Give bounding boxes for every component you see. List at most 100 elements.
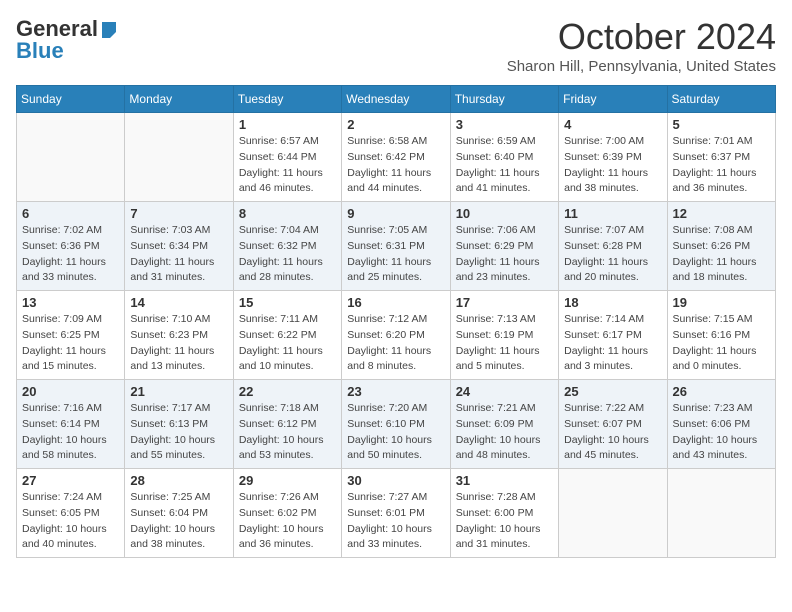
day-number: 22 xyxy=(239,384,336,399)
day-info: Sunrise: 7:04 AMSunset: 6:32 PMDaylight:… xyxy=(239,223,336,286)
day-info: Sunrise: 7:13 AMSunset: 6:19 PMDaylight:… xyxy=(456,312,553,375)
day-info: Sunrise: 7:20 AMSunset: 6:10 PMDaylight:… xyxy=(347,401,444,464)
day-number: 13 xyxy=(22,295,119,310)
day-info: Sunrise: 7:12 AMSunset: 6:20 PMDaylight:… xyxy=(347,312,444,375)
day-info: Sunrise: 7:00 AMSunset: 6:39 PMDaylight:… xyxy=(564,134,661,197)
table-row: 19 Sunrise: 7:15 AMSunset: 6:16 PMDaylig… xyxy=(667,291,775,380)
table-row: 30 Sunrise: 7:27 AMSunset: 6:01 PMDaylig… xyxy=(342,469,450,558)
day-info: Sunrise: 7:28 AMSunset: 6:00 PMDaylight:… xyxy=(456,490,553,553)
day-info: Sunrise: 7:14 AMSunset: 6:17 PMDaylight:… xyxy=(564,312,661,375)
table-row: 25 Sunrise: 7:22 AMSunset: 6:07 PMDaylig… xyxy=(559,380,667,469)
day-number: 7 xyxy=(130,206,227,221)
day-number: 18 xyxy=(564,295,661,310)
table-row: 17 Sunrise: 7:13 AMSunset: 6:19 PMDaylig… xyxy=(450,291,558,380)
header-sunday: Sunday xyxy=(17,86,125,113)
day-number: 8 xyxy=(239,206,336,221)
day-number: 19 xyxy=(673,295,770,310)
day-number: 17 xyxy=(456,295,553,310)
table-row: 11 Sunrise: 7:07 AMSunset: 6:28 PMDaylig… xyxy=(559,202,667,291)
table-row xyxy=(125,113,233,202)
day-number: 14 xyxy=(130,295,227,310)
table-row: 2 Sunrise: 6:58 AMSunset: 6:42 PMDayligh… xyxy=(342,113,450,202)
day-info: Sunrise: 7:18 AMSunset: 6:12 PMDaylight:… xyxy=(239,401,336,464)
table-row: 7 Sunrise: 7:03 AMSunset: 6:34 PMDayligh… xyxy=(125,202,233,291)
table-row: 5 Sunrise: 7:01 AMSunset: 6:37 PMDayligh… xyxy=(667,113,775,202)
day-number: 27 xyxy=(22,473,119,488)
table-row: 18 Sunrise: 7:14 AMSunset: 6:17 PMDaylig… xyxy=(559,291,667,380)
week-row-2: 6 Sunrise: 7:02 AMSunset: 6:36 PMDayligh… xyxy=(17,202,776,291)
day-info: Sunrise: 6:59 AMSunset: 6:40 PMDaylight:… xyxy=(456,134,553,197)
day-info: Sunrise: 7:10 AMSunset: 6:23 PMDaylight:… xyxy=(130,312,227,375)
day-number: 3 xyxy=(456,117,553,132)
logo: General Blue xyxy=(16,16,118,64)
header-thursday: Thursday xyxy=(450,86,558,113)
logo-triangle-icon xyxy=(100,20,118,38)
day-number: 2 xyxy=(347,117,444,132)
table-row: 31 Sunrise: 7:28 AMSunset: 6:00 PMDaylig… xyxy=(450,469,558,558)
title-section: October 2024 Sharon Hill, Pennsylvania, … xyxy=(507,16,776,75)
table-row: 9 Sunrise: 7:05 AMSunset: 6:31 PMDayligh… xyxy=(342,202,450,291)
table-row: 13 Sunrise: 7:09 AMSunset: 6:25 PMDaylig… xyxy=(17,291,125,380)
day-number: 9 xyxy=(347,206,444,221)
table-row: 24 Sunrise: 7:21 AMSunset: 6:09 PMDaylig… xyxy=(450,380,558,469)
day-info: Sunrise: 7:02 AMSunset: 6:36 PMDaylight:… xyxy=(22,223,119,286)
day-number: 23 xyxy=(347,384,444,399)
month-title: October 2024 xyxy=(507,16,776,58)
day-info: Sunrise: 7:23 AMSunset: 6:06 PMDaylight:… xyxy=(673,401,770,464)
table-row: 1 Sunrise: 6:57 AMSunset: 6:44 PMDayligh… xyxy=(233,113,341,202)
day-info: Sunrise: 7:21 AMSunset: 6:09 PMDaylight:… xyxy=(456,401,553,464)
day-info: Sunrise: 6:57 AMSunset: 6:44 PMDaylight:… xyxy=(239,134,336,197)
day-info: Sunrise: 7:03 AMSunset: 6:34 PMDaylight:… xyxy=(130,223,227,286)
day-number: 31 xyxy=(456,473,553,488)
day-info: Sunrise: 7:16 AMSunset: 6:14 PMDaylight:… xyxy=(22,401,119,464)
day-number: 25 xyxy=(564,384,661,399)
day-number: 24 xyxy=(456,384,553,399)
day-info: Sunrise: 7:05 AMSunset: 6:31 PMDaylight:… xyxy=(347,223,444,286)
day-number: 26 xyxy=(673,384,770,399)
table-row xyxy=(17,113,125,202)
day-info: Sunrise: 7:09 AMSunset: 6:25 PMDaylight:… xyxy=(22,312,119,375)
page-header: General Blue October 2024 Sharon Hill, P… xyxy=(16,16,776,75)
table-row: 28 Sunrise: 7:25 AMSunset: 6:04 PMDaylig… xyxy=(125,469,233,558)
day-info: Sunrise: 7:08 AMSunset: 6:26 PMDaylight:… xyxy=(673,223,770,286)
table-row: 20 Sunrise: 7:16 AMSunset: 6:14 PMDaylig… xyxy=(17,380,125,469)
table-row: 16 Sunrise: 7:12 AMSunset: 6:20 PMDaylig… xyxy=(342,291,450,380)
table-row: 8 Sunrise: 7:04 AMSunset: 6:32 PMDayligh… xyxy=(233,202,341,291)
header-friday: Friday xyxy=(559,86,667,113)
week-row-3: 13 Sunrise: 7:09 AMSunset: 6:25 PMDaylig… xyxy=(17,291,776,380)
day-info: Sunrise: 7:15 AMSunset: 6:16 PMDaylight:… xyxy=(673,312,770,375)
table-row: 4 Sunrise: 7:00 AMSunset: 6:39 PMDayligh… xyxy=(559,113,667,202)
header-tuesday: Tuesday xyxy=(233,86,341,113)
table-row: 12 Sunrise: 7:08 AMSunset: 6:26 PMDaylig… xyxy=(667,202,775,291)
table-row: 14 Sunrise: 7:10 AMSunset: 6:23 PMDaylig… xyxy=(125,291,233,380)
header-monday: Monday xyxy=(125,86,233,113)
day-number: 12 xyxy=(673,206,770,221)
day-number: 21 xyxy=(130,384,227,399)
table-row: 6 Sunrise: 7:02 AMSunset: 6:36 PMDayligh… xyxy=(17,202,125,291)
day-number: 29 xyxy=(239,473,336,488)
calendar-table: Sunday Monday Tuesday Wednesday Thursday… xyxy=(16,85,776,558)
table-row xyxy=(559,469,667,558)
day-info: Sunrise: 7:01 AMSunset: 6:37 PMDaylight:… xyxy=(673,134,770,197)
table-row: 29 Sunrise: 7:26 AMSunset: 6:02 PMDaylig… xyxy=(233,469,341,558)
day-info: Sunrise: 7:27 AMSunset: 6:01 PMDaylight:… xyxy=(347,490,444,553)
week-row-4: 20 Sunrise: 7:16 AMSunset: 6:14 PMDaylig… xyxy=(17,380,776,469)
logo-blue-text: Blue xyxy=(16,38,64,64)
table-row: 23 Sunrise: 7:20 AMSunset: 6:10 PMDaylig… xyxy=(342,380,450,469)
table-row xyxy=(667,469,775,558)
day-number: 30 xyxy=(347,473,444,488)
weekday-header-row: Sunday Monday Tuesday Wednesday Thursday… xyxy=(17,86,776,113)
table-row: 15 Sunrise: 7:11 AMSunset: 6:22 PMDaylig… xyxy=(233,291,341,380)
day-number: 15 xyxy=(239,295,336,310)
day-info: Sunrise: 7:26 AMSunset: 6:02 PMDaylight:… xyxy=(239,490,336,553)
day-info: Sunrise: 7:06 AMSunset: 6:29 PMDaylight:… xyxy=(456,223,553,286)
header-saturday: Saturday xyxy=(667,86,775,113)
day-number: 11 xyxy=(564,206,661,221)
day-info: Sunrise: 7:25 AMSunset: 6:04 PMDaylight:… xyxy=(130,490,227,553)
day-number: 28 xyxy=(130,473,227,488)
day-number: 20 xyxy=(22,384,119,399)
table-row: 10 Sunrise: 7:06 AMSunset: 6:29 PMDaylig… xyxy=(450,202,558,291)
day-info: Sunrise: 7:17 AMSunset: 6:13 PMDaylight:… xyxy=(130,401,227,464)
location-text: Sharon Hill, Pennsylvania, United States xyxy=(507,58,776,75)
day-number: 1 xyxy=(239,117,336,132)
